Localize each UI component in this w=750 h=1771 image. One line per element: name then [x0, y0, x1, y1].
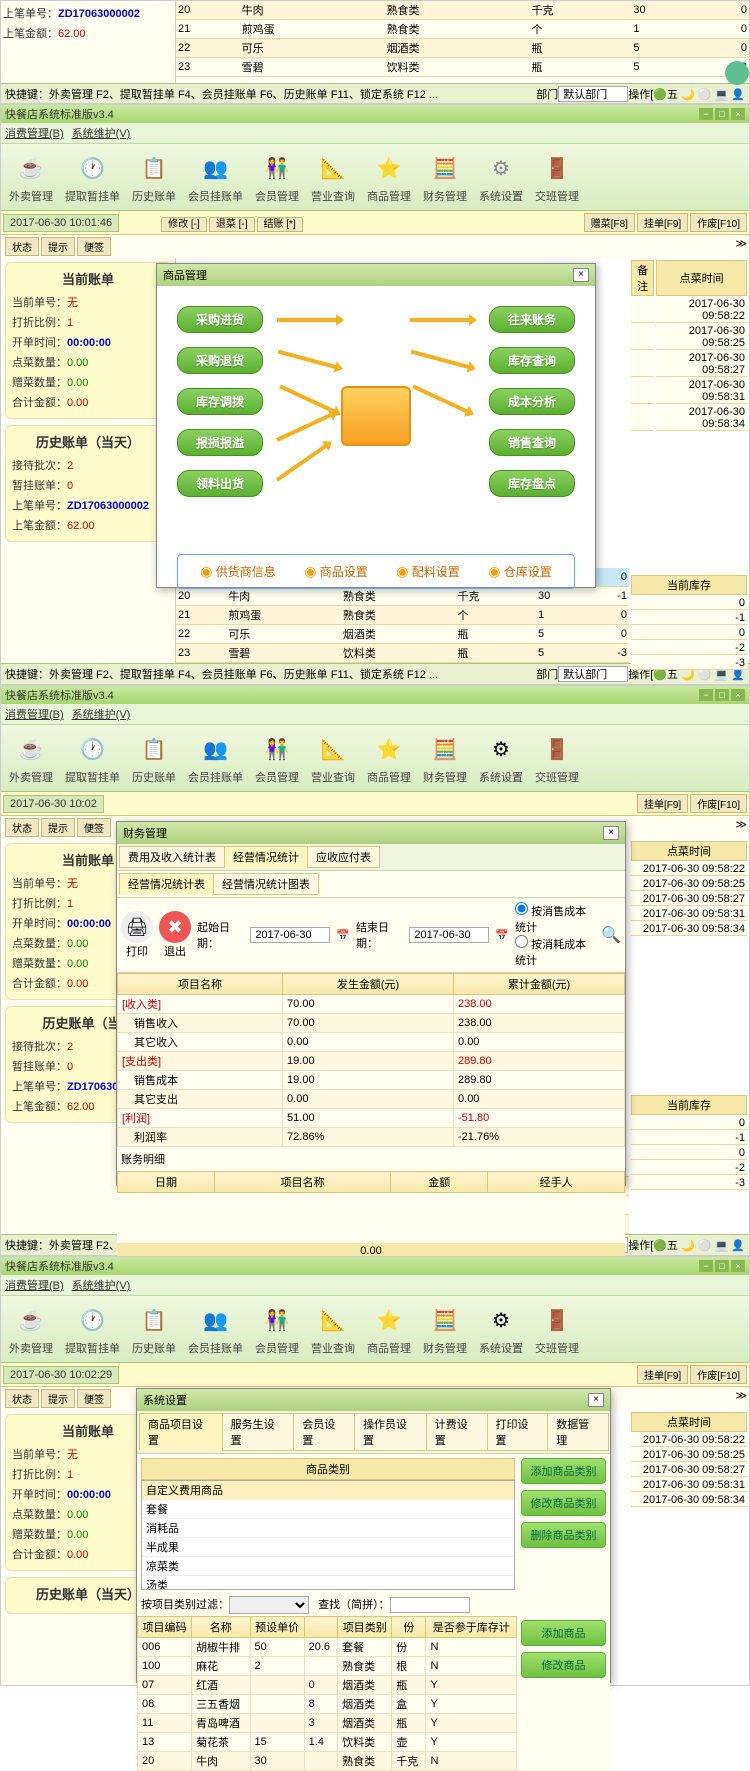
last-no-value: ZD17063000002 [58, 8, 140, 20]
last-amt-label: 上笔金额： [3, 28, 58, 40]
hotkey-hint: 快捷键：外卖管理 F2、提取暂挂单 F4、会员挂账单 F6、历史账单 F11、锁… [5, 86, 438, 102]
material-out-btn[interactable]: 领料出货 [177, 470, 263, 497]
last-amt-value: 62.00 [58, 28, 86, 40]
ar-ap-btn[interactable]: 往来账务 [489, 306, 575, 333]
corner-badge [725, 61, 749, 85]
dept-select[interactable] [558, 666, 628, 682]
maximize-button[interactable]: □ [715, 108, 729, 120]
tb-member-mgmt[interactable]: 👫会员管理 [249, 148, 305, 206]
tb-goods-mgmt[interactable]: ⭐商品管理 [361, 148, 417, 206]
modify-btn[interactable]: 修改 [-] [161, 217, 207, 232]
void-btn[interactable]: 作废[F10] [690, 213, 747, 232]
menu-consume[interactable]: 消费管理(B) [5, 128, 64, 140]
supplier-link[interactable]: ◉ 供货商信息 [200, 563, 276, 580]
radio-consume-cost[interactable]: 按消耗成本统计 [515, 939, 586, 967]
search-icon[interactable]: 🔍 [601, 925, 621, 945]
close-icon[interactable]: × [573, 268, 589, 282]
dlg-settings-title: 系统设置 [143, 1392, 187, 1408]
menu-system[interactable]: 系统维护(V) [72, 128, 131, 140]
checkout-btn[interactable]: 结账 [*] [257, 217, 303, 232]
tb-biz-query[interactable]: 📐营业查询 [305, 148, 361, 206]
dept-select[interactable] [558, 86, 628, 102]
tab-data[interactable]: 数据管理 [547, 1413, 609, 1451]
items-table[interactable]: 项目编码名称预设单价项目类别份是否参于库存计 006胡椒牛排5020.6套餐份N… [137, 1616, 517, 1771]
cal-icon[interactable]: 📅 [336, 929, 350, 942]
start-date-input[interactable] [250, 927, 330, 943]
tab-prompt[interactable]: 提示 [41, 237, 75, 256]
minimize-button[interactable]: − [699, 108, 713, 120]
dlg-goods-title: 商品管理 [163, 267, 207, 283]
dlg-finance-title: 财务管理 [123, 825, 167, 841]
last-no-label: 上笔单号： [3, 8, 58, 20]
tab-goods-item[interactable]: 商品项目设置 [139, 1413, 223, 1451]
tab-billing[interactable]: 计费设置 [426, 1413, 488, 1451]
exit-icon[interactable]: ✖ [159, 911, 191, 943]
tab-status[interactable]: 状态 [5, 237, 39, 256]
stock-transfer-btn[interactable]: 库存调拨 [177, 388, 263, 415]
time-display: 2017-06-30 10:01:46 [3, 214, 119, 232]
goods-config-link[interactable]: ◉ 商品设置 [304, 563, 368, 580]
close-icon[interactable]: × [603, 826, 619, 840]
cost-analysis-btn[interactable]: 成本分析 [489, 388, 575, 415]
items-grid[interactable]: 20牛肉熟食类千克300 21煎鸡蛋熟食类个10 22可乐烟酒类瓶50 23雪碧… [176, 1, 749, 77]
tb-finance[interactable]: 🧮财务管理 [417, 148, 473, 206]
recipe-config-link[interactable]: ◉ 配料设置 [396, 563, 460, 580]
tab-operation[interactable]: 经营情况统计 [224, 846, 308, 868]
radio-sales-cost[interactable]: 按消售成本统计 [515, 906, 586, 934]
mod-cat-btn[interactable]: 修改商品类别 [521, 1490, 606, 1516]
report-table: 项目名称发生金额(元)累计金额(元) [收入类]70.00238.00 销售收入… [117, 973, 625, 1147]
box-icon [341, 386, 411, 446]
tab-expense[interactable]: 费用及收入统计表 [119, 846, 225, 868]
tb-retrieve[interactable]: 🕐提取暂挂单 [59, 148, 126, 206]
stock-query-btn[interactable]: 库存查询 [489, 347, 575, 374]
filter-select[interactable] [229, 1596, 309, 1614]
tab-waiter[interactable]: 服务生设置 [222, 1413, 295, 1451]
purchase-in-btn[interactable]: 采购进货 [177, 306, 263, 333]
tb-history[interactable]: 📋历史账单 [126, 148, 182, 206]
print-icon[interactable]: 🖨 [121, 911, 153, 943]
close-button[interactable]: × [731, 108, 745, 120]
stock-check-btn[interactable]: 库存盘点 [489, 470, 575, 497]
gift-btn[interactable]: 赠菜[F8] [584, 213, 635, 232]
tb-settings[interactable]: ⚙系统设置 [473, 148, 529, 206]
sales-query-btn[interactable]: 销售查询 [489, 429, 575, 456]
del-cat-btn[interactable]: 删除商品类别 [521, 1522, 606, 1548]
add-goods-btn[interactable]: 添加商品 [521, 1620, 606, 1646]
tb-member-bill[interactable]: 👥会员挂账单 [182, 148, 249, 206]
add-cat-btn[interactable]: 添加商品类别 [521, 1458, 606, 1484]
app-title: 快餐店系统标准版v3.4 [5, 106, 114, 122]
tab-arap[interactable]: 应收应付表 [307, 846, 380, 868]
tab-note[interactable]: 便签 [77, 237, 111, 256]
current-bill-title: 当前账单 [12, 269, 164, 288]
hang-btn[interactable]: 挂单[F9] [637, 213, 688, 232]
warehouse-config-link[interactable]: ◉ 仓库设置 [488, 563, 552, 580]
close-icon[interactable]: × [588, 1393, 604, 1407]
mod-goods-btn[interactable]: 修改商品 [521, 1652, 606, 1678]
subtab-chart[interactable]: 经营情况统计图表 [213, 873, 319, 895]
end-date-input[interactable] [409, 927, 489, 943]
tab-print[interactable]: 打印设置 [487, 1413, 549, 1451]
tab-member[interactable]: 会员设置 [293, 1413, 355, 1451]
return-btn[interactable]: 退菜 [-] [209, 217, 255, 232]
loss-overflow-btn[interactable]: 报损报溢 [177, 429, 263, 456]
search-input[interactable] [390, 1597, 470, 1613]
expand-icon[interactable]: ≫ [735, 237, 747, 256]
cal-icon[interactable]: 📅 [495, 929, 509, 942]
history-title: 历史账单（当天） [12, 432, 164, 451]
category-list[interactable]: 自定义费用商品 套餐 消耗品 半成果 凉菜类 汤类 烟酒类 [141, 1480, 515, 1590]
purchase-return-btn[interactable]: 采购退货 [177, 347, 263, 374]
subtab-table[interactable]: 经营情况统计表 [119, 873, 214, 895]
tab-operator[interactable]: 操作员设置 [354, 1413, 427, 1451]
tb-shift[interactable]: 🚪交班管理 [529, 148, 585, 206]
tb-takeout[interactable]: ☕外卖管理 [3, 148, 59, 206]
